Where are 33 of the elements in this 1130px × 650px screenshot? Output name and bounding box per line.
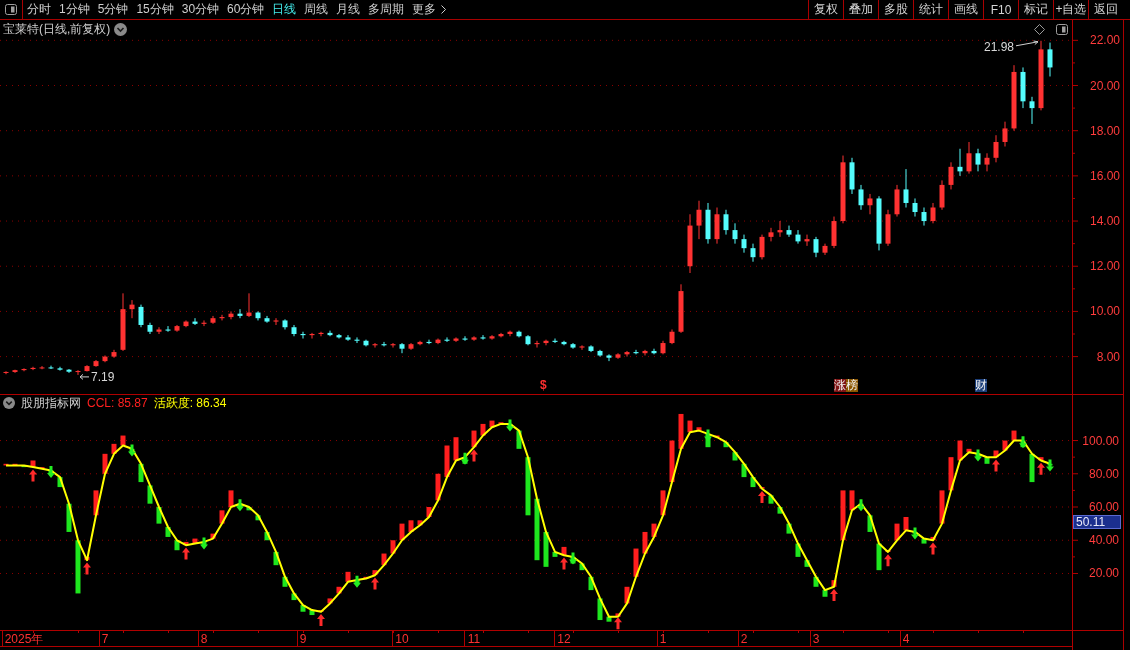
indicator-readout: CCL: 85.87 (87, 396, 148, 410)
axis-label: 11 (467, 632, 481, 646)
axis-label: 8 (200, 632, 208, 646)
axis-label: 14.00 (1089, 214, 1120, 229)
indicator-readout: 活跃度: 86.34 (153, 396, 227, 410)
annotation: 7.19 (91, 369, 115, 384)
annotation: 21.98 (983, 39, 1015, 54)
axis-label: 60.00 (1088, 500, 1119, 514)
axis-label: 2025年 (4, 632, 44, 646)
axis-label: 16.00 (1089, 168, 1120, 183)
axis-label: 12 (557, 632, 571, 646)
axis-label: 4 (902, 632, 910, 646)
price-label: 21.98 (983, 39, 1039, 54)
axis-label: 100.00 (1082, 433, 1119, 448)
axis-label: 8.00 (1096, 349, 1120, 364)
chart-title: 宝莱特(日线,前复权) (3, 22, 111, 36)
axis-label: 3 (812, 632, 820, 646)
axis-label: 9 (299, 632, 307, 646)
price-label: 7.19 (79, 369, 115, 384)
axis-label: 1 (659, 632, 667, 646)
axis-label: 10 (395, 632, 409, 646)
indicator-name: 股朋指标网 (21, 396, 81, 410)
axis-label: 22.00 (1089, 33, 1120, 48)
axis-label: 18.00 (1089, 123, 1120, 138)
axis-label: 2 (740, 632, 748, 646)
axis-label: 20.00 (1088, 566, 1119, 581)
axis-label: 7 (101, 632, 109, 646)
axis-label: 80.00 (1088, 466, 1119, 481)
axis-label: 12.00 (1089, 259, 1120, 274)
cursor-value-label: 50.11 (1073, 515, 1121, 529)
axis-label: 20.00 (1089, 78, 1120, 93)
axis-label: 40.00 (1088, 533, 1119, 548)
axis-label: 10.00 (1089, 304, 1120, 319)
